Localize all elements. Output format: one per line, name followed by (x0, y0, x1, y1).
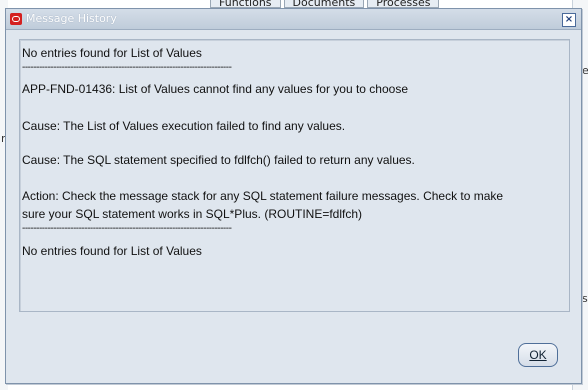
message-line: Cause: The SQL statement specified to fd… (22, 153, 415, 167)
message-separator: ----------------------------------------… (22, 62, 232, 73)
background-tab-bar: Functions Documents Processes (210, 0, 440, 8)
message-line: Cause: The List of Values execution fail… (22, 119, 346, 133)
message-line: sure your SQL statement works in SQL*Plu… (22, 207, 363, 221)
background-text-fragment: e (582, 64, 588, 77)
message-line: APP-FND-01436: List of Values cannot fin… (22, 82, 408, 96)
message-line: No entries found for List of Values (22, 46, 202, 60)
oracle-logo-icon (10, 13, 22, 25)
dialog-title-bar[interactable]: Message History × (6, 9, 581, 30)
message-history-dialog: Message History × No entries found for L… (5, 8, 582, 384)
message-line: No entries found for List of Values (22, 244, 202, 258)
message-separator: ----------------------------------------… (22, 223, 232, 234)
ok-button[interactable]: OK (518, 343, 558, 367)
background-tab-documents[interactable]: Documents (283, 0, 365, 8)
background-tab-processes[interactable]: Processes (367, 0, 440, 8)
dialog-title: Message History (26, 12, 117, 25)
background-tab-functions[interactable]: Functions (210, 0, 281, 8)
ok-button-label: OK (529, 348, 547, 362)
message-line: Action: Check the message stack for any … (22, 189, 504, 203)
close-button[interactable]: × (562, 13, 576, 27)
background-text-fragment: s (582, 292, 588, 305)
message-text-area[interactable]: No entries found for List of Values ----… (19, 39, 570, 312)
